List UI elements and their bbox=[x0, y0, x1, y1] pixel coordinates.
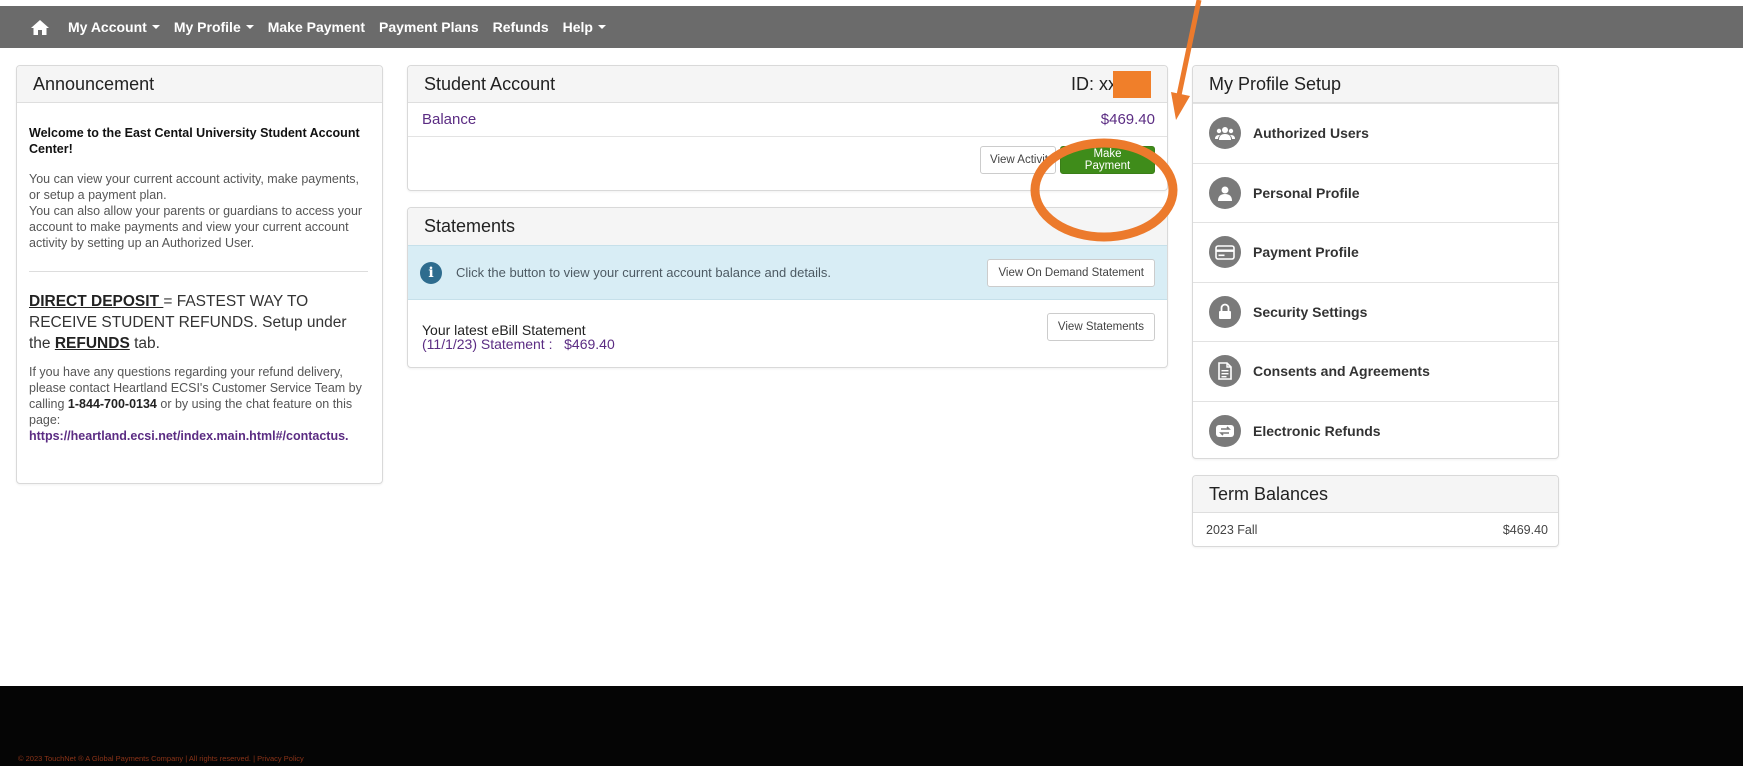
contact-link[interactable]: https://heartland.ecsi.net/index.main.ht… bbox=[29, 429, 349, 443]
latest-statement-row: Your latest eBill Statement (11/1/23) St… bbox=[408, 300, 1167, 351]
profile-item-authorized-users[interactable]: Authorized Users bbox=[1193, 103, 1558, 163]
nav-help[interactable]: Help bbox=[563, 19, 606, 35]
users-icon bbox=[1209, 117, 1241, 150]
refunds-word: REFUNDS bbox=[54, 335, 130, 352]
term-balances-title: Term Balances bbox=[1193, 476, 1558, 513]
nav-help-label: Help bbox=[562, 19, 593, 35]
profile-item-payment-profile[interactable]: Payment Profile bbox=[1193, 222, 1558, 282]
student-id: ID: xx bbox=[1070, 70, 1151, 98]
make-payment-button[interactable]: Make Payment bbox=[1060, 146, 1155, 174]
statements-panel: Statements i Click the button to view yo… bbox=[407, 207, 1168, 368]
balance-value: $469.40 bbox=[1100, 111, 1155, 128]
statement-info-bar: i Click the button to view your current … bbox=[408, 245, 1167, 300]
tab-word: tab. bbox=[129, 335, 160, 352]
refund-icon bbox=[1209, 414, 1241, 447]
profile-item-security-settings[interactable]: Security Settings bbox=[1193, 281, 1558, 342]
announcement-para-1: You can view your current account activi… bbox=[29, 172, 360, 202]
lock-icon bbox=[1209, 295, 1241, 328]
nav-my-profile[interactable]: My Profile bbox=[174, 19, 254, 35]
latest-statement-detail[interactable]: (11/1/23) Statement : $469.40 bbox=[422, 337, 615, 351]
profile-item-label: Authorized Users bbox=[1253, 125, 1369, 142]
student-account-title: Student Account bbox=[424, 73, 556, 94]
student-id-label: ID: xx bbox=[1070, 73, 1117, 94]
nav-refunds[interactable]: Refunds bbox=[493, 19, 549, 35]
announcement-panel: Announcement Welcome to the East Cental … bbox=[16, 65, 383, 484]
credit-card-icon bbox=[1209, 236, 1241, 269]
chevron-down-icon bbox=[151, 25, 160, 29]
table-row: 2023 Fall $469.40 bbox=[1193, 513, 1558, 547]
home-icon[interactable] bbox=[30, 17, 52, 37]
info-text: Click the button to view your current ac… bbox=[456, 265, 832, 280]
document-icon bbox=[1209, 355, 1241, 388]
chevron-down-icon bbox=[245, 25, 254, 29]
balance-row: Balance $469.40 bbox=[408, 103, 1167, 137]
arrow-head-icon bbox=[1171, 92, 1190, 120]
view-on-demand-statement-button[interactable]: View On Demand Statement bbox=[987, 258, 1155, 287]
view-activity-button[interactable]: View Activity bbox=[980, 146, 1056, 174]
profile-item-label: Personal Profile bbox=[1253, 184, 1360, 201]
profile-item-label: Security Settings bbox=[1253, 303, 1368, 320]
profile-item-label: Consents and Agreements bbox=[1253, 363, 1430, 380]
info-icon: i bbox=[420, 261, 442, 284]
chevron-down-icon bbox=[597, 25, 606, 29]
student-account-panel: Student Account ID: xx Balance $469.40 V… bbox=[407, 65, 1168, 191]
profile-item-label: Payment Profile bbox=[1253, 244, 1359, 261]
profile-item-consents[interactable]: Consents and Agreements bbox=[1193, 341, 1558, 401]
term-balances-panel: Term Balances 2023 Fall $469.40 bbox=[1192, 475, 1559, 547]
nav-my-account[interactable]: My Account bbox=[68, 19, 160, 35]
top-navbar: My Account My Profile Make Payment Payme… bbox=[0, 6, 1743, 48]
profile-item-personal-profile[interactable]: Personal Profile bbox=[1193, 162, 1558, 223]
announcement-title: Announcement bbox=[17, 66, 382, 103]
latest-statement-label: Your latest eBill Statement bbox=[422, 322, 586, 338]
welcome-heading: Welcome to the East Cental University St… bbox=[29, 126, 360, 156]
latest-statement-text: Your latest eBill Statement (11/1/23) St… bbox=[422, 313, 615, 351]
account-actions: View Activity Make Payment bbox=[408, 137, 1167, 183]
phone-number: 1-844-700-0134 bbox=[67, 397, 157, 411]
divider bbox=[29, 271, 368, 272]
view-statements-button[interactable]: View Statements bbox=[1046, 313, 1155, 341]
direct-deposit-label: DIRECT DEPOSIT bbox=[29, 293, 164, 310]
nav-my-account-label: My Account bbox=[68, 19, 147, 35]
direct-deposit-notice: DIRECT DEPOSIT = FASTEST WAY TO RECEIVE … bbox=[29, 291, 368, 354]
balance-label[interactable]: Balance bbox=[422, 111, 476, 128]
announcement-para-2: You can also allow your parents or guard… bbox=[29, 204, 363, 250]
redaction-box bbox=[1113, 70, 1151, 98]
nav-my-profile-label: My Profile bbox=[173, 19, 241, 35]
nav-make-payment[interactable]: Make Payment bbox=[268, 19, 365, 35]
statements-title: Statements bbox=[408, 208, 1167, 245]
student-account-header: Student Account ID: xx bbox=[408, 66, 1167, 103]
term-amount: $469.40 bbox=[1502, 523, 1548, 537]
profile-item-electronic-refunds[interactable]: Electronic Refunds bbox=[1193, 400, 1558, 461]
nav-payment-plans[interactable]: Payment Plans bbox=[379, 19, 479, 35]
person-icon bbox=[1209, 176, 1241, 209]
footer-text: © 2023 TouchNet ® A Global Payments Comp… bbox=[18, 754, 304, 763]
profile-setup-panel: My Profile Setup Authorized Users Person… bbox=[1192, 65, 1559, 459]
term-name: 2023 Fall bbox=[1206, 523, 1258, 537]
refund-question-text: If you have any questions regarding your… bbox=[29, 364, 368, 444]
profile-setup-title: My Profile Setup bbox=[1193, 66, 1558, 103]
profile-item-label: Electronic Refunds bbox=[1253, 422, 1381, 439]
